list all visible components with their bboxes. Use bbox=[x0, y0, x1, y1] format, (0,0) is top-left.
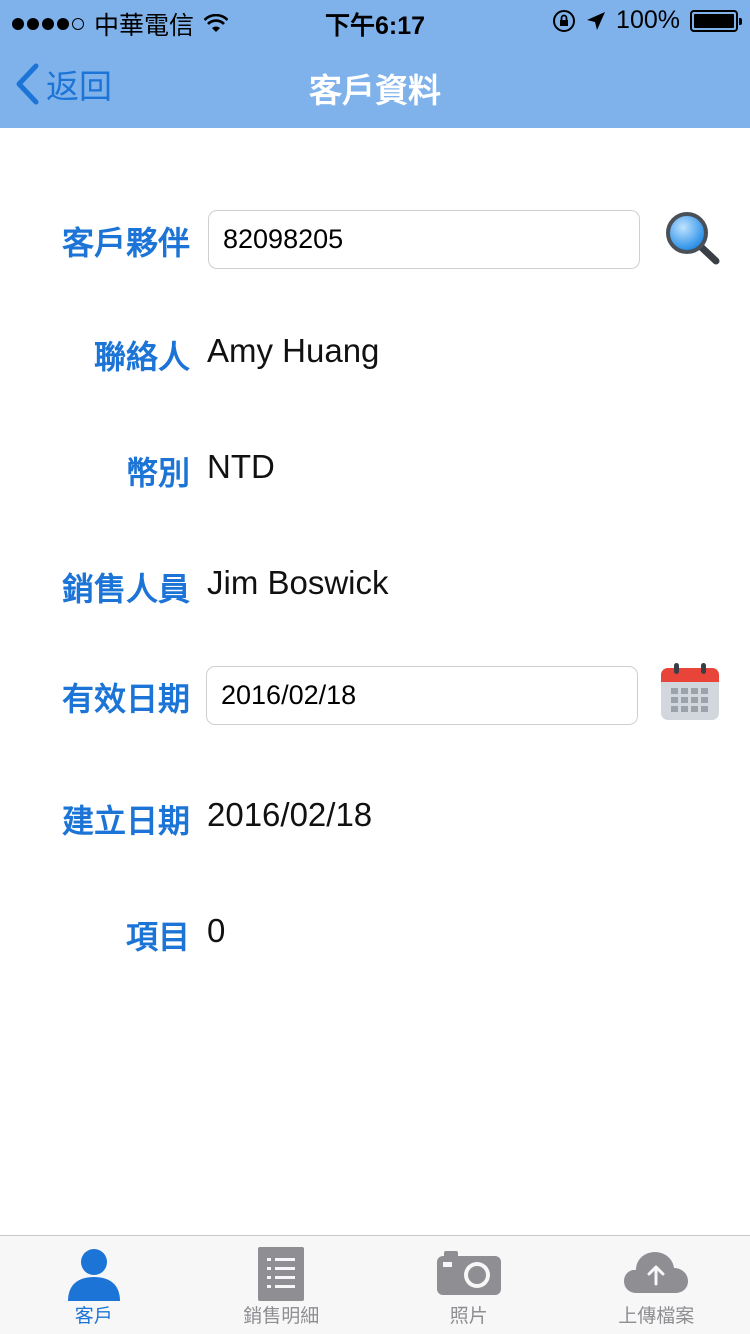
valid-date-input[interactable] bbox=[206, 666, 638, 725]
tab-upload-label: 上傳檔案 bbox=[618, 1306, 695, 1327]
orientation-lock-icon bbox=[553, 9, 576, 32]
row-customer-partner: 客戶夥伴 bbox=[0, 210, 750, 270]
currency-value: NTD bbox=[207, 448, 275, 485]
row-contact: 聯絡人 Amy Huang bbox=[0, 324, 750, 384]
currency-label: 幣別 bbox=[125, 455, 190, 491]
tab-upload[interactable]: 上傳檔案 bbox=[563, 1236, 750, 1334]
customer-partner-input[interactable] bbox=[208, 210, 640, 269]
page-title: 客戶資料 bbox=[309, 72, 441, 109]
nav-bar: 返回 客戶資料 bbox=[0, 40, 750, 128]
person-icon bbox=[67, 1249, 120, 1301]
created-date-value: 2016/02/18 bbox=[207, 796, 373, 833]
status-bar: 中華電信 下午6:17 100% bbox=[0, 0, 750, 40]
tab-customer-label: 客戶 bbox=[74, 1306, 113, 1327]
location-arrow-icon bbox=[587, 11, 606, 30]
tab-bar: 客戶 銷售明細 照片 上傳檔案 bbox=[0, 1235, 750, 1334]
row-created-date: 建立日期 2016/02/18 bbox=[0, 788, 750, 848]
items-label: 項目 bbox=[125, 919, 190, 955]
salesperson-label: 銷售人員 bbox=[61, 571, 190, 607]
valid-date-label: 有效日期 bbox=[61, 681, 190, 717]
row-valid-date: 有效日期 bbox=[0, 663, 750, 726]
calendar-icon[interactable] bbox=[660, 662, 720, 722]
contact-value: Amy Huang bbox=[207, 332, 380, 369]
tab-sales-details-label: 銷售明細 bbox=[243, 1306, 320, 1327]
tab-photos[interactable]: 照片 bbox=[375, 1236, 563, 1334]
list-icon bbox=[258, 1247, 305, 1301]
tab-sales-details[interactable]: 銷售明細 bbox=[188, 1236, 376, 1334]
customer-partner-label: 客戶夥伴 bbox=[61, 225, 190, 261]
salesperson-value: Jim Boswick bbox=[207, 564, 389, 601]
status-right: 100% bbox=[552, 6, 742, 35]
camera-icon bbox=[436, 1251, 501, 1295]
items-value: 0 bbox=[207, 912, 226, 949]
row-salesperson: 銷售人員 Jim Boswick bbox=[0, 556, 750, 616]
battery-percent: 100% bbox=[616, 6, 680, 34]
created-date-label: 建立日期 bbox=[61, 803, 190, 839]
tab-customer[interactable]: 客戶 bbox=[0, 1236, 188, 1334]
battery-icon bbox=[690, 9, 742, 32]
contact-label: 聯絡人 bbox=[93, 339, 190, 375]
row-items: 項目 0 bbox=[0, 904, 750, 964]
search-icon[interactable] bbox=[663, 210, 721, 266]
cloud-upload-icon bbox=[624, 1252, 689, 1293]
header: 中華電信 下午6:17 100% 返回 客戶資料 bbox=[0, 0, 750, 128]
tab-photos-label: 照片 bbox=[449, 1306, 488, 1327]
row-currency: 幣別 NTD bbox=[0, 440, 750, 500]
